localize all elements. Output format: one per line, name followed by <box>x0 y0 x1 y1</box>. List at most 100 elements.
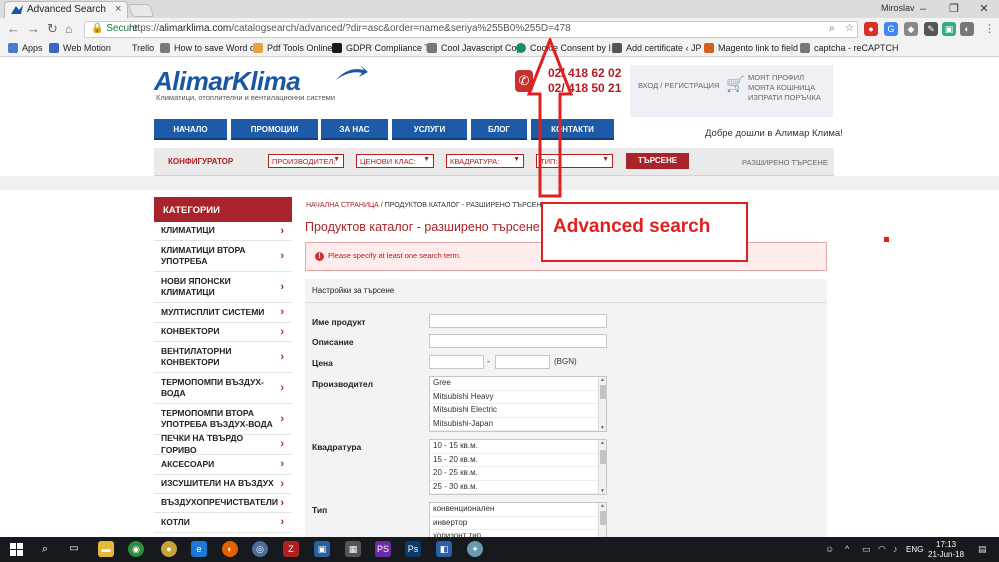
list-option[interactable]: 25 - 30 кв.м. <box>430 481 606 494</box>
list-option[interactable]: конвенционален <box>430 503 606 517</box>
chrome-menu-icon[interactable]: ⋮ <box>984 21 995 37</box>
bookmark-star-icon[interactable]: ☆ <box>845 23 854 34</box>
category-item[interactable]: МУЛТИСПЛИТ СИСТЕМИ › <box>154 303 292 323</box>
notifications-icon[interactable]: ▤ <box>978 544 987 555</box>
manufacturer-multiselect[interactable]: Gree Mitsubishi Heavy Mitsubishi Electri… <box>429 376 607 432</box>
area-multiselect[interactable]: 10 - 15 кв.м. 15 - 20 кв.м. 20 - 25 кв.м… <box>429 439 607 495</box>
category-item[interactable]: КЛИМАТИЦИ ВТОРА УПОТРЕБА › <box>154 241 292 272</box>
wifi-icon[interactable]: ◠ <box>878 544 886 555</box>
url-text[interactable]: https://alimarklima.com/catalogsearch/ad… <box>129 23 571 34</box>
search-icon[interactable]: ⌕ <box>37 541 53 557</box>
bookmark-item[interactable]: Pdf Tools Online <box>253 43 332 53</box>
scrollbar-thumb[interactable] <box>600 450 606 464</box>
bookmark-apps[interactable]: Apps <box>8 43 43 53</box>
back-icon[interactable]: ← <box>7 21 20 37</box>
category-item[interactable]: ПЕЧКИ НА ТВЪРДО ГОРИВО › <box>154 433 292 455</box>
bookmark-item[interactable]: GDPR Compliance T <box>332 43 430 53</box>
category-item[interactable]: ИЗСУШИТЕЛИ НА ВЪЗДУХ › <box>154 475 292 494</box>
photoshop-icon[interactable]: Ps <box>405 541 421 557</box>
close-window-icon[interactable]: ✕ <box>969 0 999 18</box>
search-button[interactable]: ТЪРСЕНЕ <box>626 153 689 169</box>
category-item[interactable]: КОНВЕКТОРИ › <box>154 323 292 342</box>
scrollbar[interactable]: ▲ ▼ <box>598 377 606 431</box>
nav-about[interactable]: ЗА НАС <box>321 119 388 140</box>
scrollbar-thumb[interactable] <box>600 511 606 525</box>
login-register-link[interactable]: ВХОД / РЕГИСТРАЦИЯ <box>638 81 720 90</box>
list-option[interactable]: Gree <box>430 377 606 391</box>
nav-promotions[interactable]: ПРОМОЦИИ <box>231 119 318 140</box>
advanced-search-link[interactable]: РАЗШИРЕНО ТЪРСЕНЕ <box>742 158 828 167</box>
area-select[interactable]: КВАДРАТУРА: ▼ <box>446 154 524 168</box>
app-icon[interactable]: ▦ <box>345 541 361 557</box>
eyedropper-icon[interactable]: ✎ <box>924 22 938 36</box>
scroll-down-icon[interactable]: ▼ <box>600 425 605 431</box>
bookmark-item[interactable]: How to save Word d <box>160 43 255 53</box>
scroll-down-icon[interactable]: ▼ <box>600 488 605 494</box>
scrollbar-thumb[interactable] <box>600 385 606 399</box>
category-item[interactable]: КЛИМАТИЦИ › <box>154 222 292 241</box>
bookmark-item[interactable]: Add certificate ‹ JP <box>612 43 702 53</box>
product-name-input[interactable] <box>429 314 607 328</box>
bookmark-item[interactable]: Trello <box>118 43 154 53</box>
file-explorer-icon[interactable]: ▬ <box>98 541 114 557</box>
zoom-search-icon[interactable]: ⌕ <box>829 23 835 34</box>
app-icon[interactable]: ✦ <box>467 541 483 557</box>
list-option[interactable]: Mitsubishi Electric <box>430 404 606 418</box>
app-icon[interactable]: ▣ <box>314 541 330 557</box>
app-icon[interactable]: ● <box>161 541 177 557</box>
send-order-link[interactable]: ИЗПРАТИ ПОРЪЧКА <box>748 93 821 102</box>
new-tab-button[interactable] <box>127 4 155 17</box>
category-item[interactable]: КОТЛИ › <box>154 513 292 533</box>
extension-icon[interactable]: ▣ <box>942 22 956 36</box>
clock[interactable]: 17:13 21-Jun-18 <box>928 540 964 560</box>
category-item[interactable]: ТЕРМОПОМПИ ВТОРА УПОТРЕБА ВЪЗДУХ-ВОДА › <box>154 404 292 435</box>
scrollbar[interactable]: ▲ ▼ <box>598 440 606 494</box>
app-icon[interactable]: ◎ <box>252 541 268 557</box>
category-item[interactable]: НОВИ ЯПОНСКИ КЛИМАТИЦИ › <box>154 272 292 303</box>
home-icon[interactable]: ⌂ <box>65 21 72 37</box>
category-item[interactable]: ВЪЗДУХОПРЕЧИСТВАТЕЛИ › <box>154 494 292 513</box>
my-cart-link[interactable]: МОЯТА КОШНИЦА <box>748 83 815 92</box>
list-option[interactable]: Mitsubishi-Japan <box>430 418 606 431</box>
chrome-icon[interactable]: ◉ <box>128 541 144 557</box>
bookmark-item[interactable]: Cool Javascript Cop <box>427 43 522 53</box>
price-to-input[interactable] <box>495 355 550 369</box>
scroll-up-icon[interactable]: ▲ <box>600 440 605 446</box>
network-icon[interactable]: ▭ <box>862 544 871 555</box>
scroll-up-icon[interactable]: ▲ <box>600 503 605 509</box>
browser-tab-active[interactable]: Advanced Search × <box>4 1 128 18</box>
price-class-select[interactable]: ЦЕНОВИ КЛАС: ▼ <box>356 154 434 168</box>
input-language[interactable]: ENG <box>906 545 923 554</box>
extension-icon[interactable]: ● <box>864 22 878 36</box>
description-input[interactable] <box>429 334 607 348</box>
filezilla-icon[interactable]: Z <box>283 541 299 557</box>
minimize-icon[interactable]: – <box>908 0 938 18</box>
maximize-icon[interactable]: ❐ <box>939 0 969 18</box>
windows-start-icon[interactable] <box>10 543 23 556</box>
forward-icon[interactable]: → <box>27 21 40 37</box>
bookmark-item[interactable]: Web Motion <box>49 43 111 53</box>
app-icon[interactable]: ◧ <box>436 541 452 557</box>
list-option[interactable]: Mitsubishi Heavy <box>430 391 606 404</box>
people-icon[interactable]: ☺ <box>825 544 834 554</box>
edge-icon[interactable]: e <box>191 541 207 557</box>
category-item[interactable]: ТЕРМОПОМПИ ВЪЗДУХ-ВОДА › <box>154 373 292 404</box>
scrollbar[interactable]: ▲ <box>598 503 606 538</box>
price-from-input[interactable] <box>429 355 484 369</box>
extension-icon[interactable]: ◆ <box>904 22 918 36</box>
firefox-icon[interactable]: ◐ <box>222 541 238 557</box>
category-item[interactable]: ВЕНТИЛАТОРНИ КОНВЕКТОРИ › <box>154 342 292 373</box>
bookmark-item[interactable]: Magento link to field <box>704 43 798 53</box>
site-logo[interactable]: AlimarKlima Климатици, отоплителни и вен… <box>154 64 369 104</box>
list-option[interactable]: 15 - 20 кв.м. <box>430 454 606 467</box>
tray-chevron-icon[interactable]: ^ <box>845 544 849 554</box>
address-bar[interactable]: 🔒 Secure https://alimarklima.com/catalog… <box>84 21 858 38</box>
list-option[interactable]: 10 - 15 кв.м. <box>430 440 606 454</box>
nav-home[interactable]: НАЧАЛО <box>154 119 227 140</box>
phpstorm-icon[interactable]: PS <box>375 541 391 557</box>
bookmark-item[interactable]: captcha - reCAPTCH <box>800 43 899 53</box>
category-item[interactable]: АКСЕСОАРИ › <box>154 455 292 475</box>
nav-services[interactable]: УСЛУГИ <box>392 119 467 140</box>
list-option[interactable]: 20 - 25 кв.м. <box>430 467 606 481</box>
reload-icon[interactable]: ↻ <box>47 21 58 37</box>
